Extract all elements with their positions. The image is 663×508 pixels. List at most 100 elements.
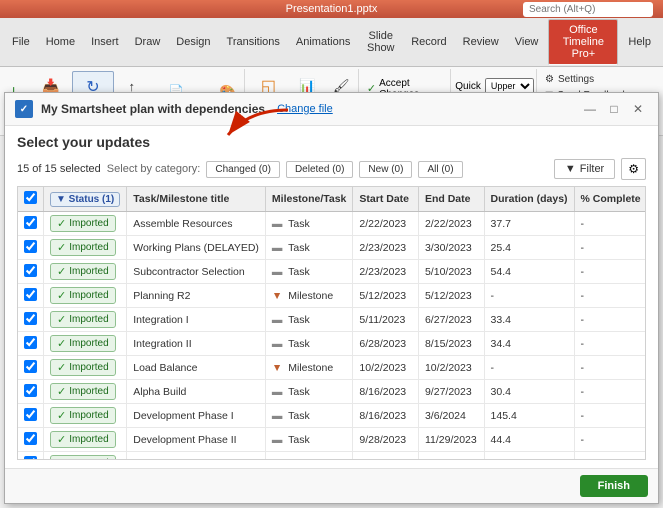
select-all-checkbox[interactable] <box>24 191 37 204</box>
tab-help[interactable]: Help <box>620 18 659 66</box>
status-check-icon: ✓ <box>57 337 66 350</box>
row-checkbox[interactable] <box>24 408 37 421</box>
row-duration: 54.4 <box>484 260 574 284</box>
tab-transitions[interactable]: Transitions <box>219 18 288 66</box>
row-type: ▬ Task <box>265 332 353 356</box>
new-filter-btn[interactable]: New (0) <box>359 161 412 178</box>
row-start: 6/28/2023 <box>353 332 419 356</box>
tab-review[interactable]: Review <box>455 18 507 66</box>
table-row: ✓ Imported Alpha Build ▬ Task 8/16/2023 … <box>18 380 646 404</box>
row-checkbox-cell[interactable] <box>18 308 44 332</box>
tab-view[interactable]: View <box>507 18 547 66</box>
row-checkbox-cell[interactable] <box>18 380 44 404</box>
row-title: Subcontractor Selection <box>127 260 266 284</box>
row-start: 2/22/2023 <box>353 212 419 236</box>
type-label: Milestone <box>288 290 333 302</box>
tab-slideshow[interactable]: Slide Show <box>358 18 403 66</box>
type-label: Task <box>288 314 310 326</box>
type-icon: ▬ <box>272 338 283 350</box>
row-checkbox[interactable] <box>24 264 37 277</box>
close-button[interactable]: ✕ <box>628 99 648 119</box>
row-checkbox-cell[interactable] <box>18 332 44 356</box>
row-status: ✓ Imported <box>44 212 127 236</box>
row-duration: - <box>484 284 574 308</box>
col-status[interactable]: ▼ Status (1) <box>44 187 127 212</box>
row-end: 9/27/2023 <box>418 380 484 404</box>
row-start: 8/16/2023 <box>353 404 419 428</box>
row-checkbox-cell[interactable] <box>18 212 44 236</box>
minimize-button[interactable]: — <box>580 99 600 119</box>
row-checkbox-cell[interactable] <box>18 284 44 308</box>
search-input[interactable] <box>523 2 653 17</box>
type-label: Task <box>288 242 310 254</box>
row-checkbox-cell[interactable] <box>18 260 44 284</box>
status-check-icon: ✓ <box>57 313 66 326</box>
row-checkbox[interactable] <box>24 216 37 229</box>
tab-home[interactable]: Home <box>38 18 83 66</box>
tab-draw[interactable]: Draw <box>127 18 169 66</box>
row-type: ▬ Task <box>265 260 353 284</box>
row-checkbox[interactable] <box>24 312 37 325</box>
row-type: ▼ Milestone <box>265 356 353 380</box>
deleted-filter-btn[interactable]: Deleted (0) <box>286 161 353 178</box>
row-end: 10/2/2023 <box>418 356 484 380</box>
row-checkbox-cell[interactable] <box>18 356 44 380</box>
status-filter[interactable]: ▼ Status (1) <box>50 192 120 207</box>
col-duration: Duration (days) <box>484 187 574 212</box>
type-icon: ▼ <box>272 458 282 461</box>
row-checkbox[interactable] <box>24 432 37 445</box>
row-type: ▼ Milestone <box>265 452 353 461</box>
type-icon: ▼ <box>272 362 282 374</box>
status-check-icon: ✓ <box>57 265 66 278</box>
row-checkbox[interactable] <box>24 336 37 349</box>
row-start: 10/2/2023 <box>353 356 419 380</box>
dialog-title: My Smartsheet plan with dependencies <box>41 102 265 116</box>
tab-animations[interactable]: Animations <box>288 18 358 66</box>
row-checkbox-cell[interactable] <box>18 404 44 428</box>
tab-insert[interactable]: Insert <box>83 18 127 66</box>
col-title: Task/Milestone title <box>127 187 266 212</box>
row-checkbox[interactable] <box>24 360 37 373</box>
settings-item[interactable]: ⚙ Settings <box>545 73 653 86</box>
status-check-icon: ✓ <box>57 433 66 446</box>
row-checkbox[interactable] <box>24 456 37 461</box>
type-icon: ▼ <box>272 290 282 302</box>
type-label: Milestone <box>288 362 333 374</box>
finish-button[interactable]: Finish <box>580 475 648 497</box>
col-complete: % Complete <box>574 187 646 212</box>
row-checkbox-cell[interactable] <box>18 452 44 461</box>
tab-design[interactable]: Design <box>168 18 218 66</box>
change-file-link[interactable]: Change file <box>277 103 333 115</box>
status-badge: ✓ Imported <box>50 383 116 400</box>
tab-office-timeline[interactable]: Office Timeline Pro+ <box>548 19 618 65</box>
filter-button[interactable]: ▼ Filter <box>554 159 615 179</box>
changed-filter-btn[interactable]: Changed (0) <box>206 161 280 178</box>
row-end: 11/29/2023 <box>418 428 484 452</box>
row-status: ✓ Imported <box>44 260 127 284</box>
row-complete: - <box>574 308 646 332</box>
row-checkbox[interactable] <box>24 288 37 301</box>
tab-file[interactable]: File <box>4 18 38 66</box>
row-status: ✓ Imported <box>44 404 127 428</box>
row-start: 2/23/2023 <box>353 260 419 284</box>
row-checkbox-cell[interactable] <box>18 236 44 260</box>
data-table-container[interactable]: ▼ Status (1) Task/Milestone title Milest… <box>17 186 646 460</box>
type-label: Task <box>288 386 310 398</box>
table-settings-button[interactable]: ⚙ <box>621 158 646 180</box>
row-duration: 145.4 <box>484 404 574 428</box>
row-complete: - <box>574 236 646 260</box>
tab-record[interactable]: Record <box>403 18 454 66</box>
status-check-icon: ✓ <box>57 361 66 374</box>
title-bar: Presentation1.pptx <box>0 0 663 18</box>
row-type: ▬ Task <box>265 236 353 260</box>
row-checkbox-cell[interactable] <box>18 428 44 452</box>
row-duration: - <box>484 356 574 380</box>
col-type: Milestone/Task <box>265 187 353 212</box>
status-badge: ✓ Imported <box>50 335 116 352</box>
row-end: 8/15/2023 <box>418 332 484 356</box>
row-end: 5/10/2023 <box>418 260 484 284</box>
all-filter-btn[interactable]: All (0) <box>418 161 462 178</box>
maximize-button[interactable]: □ <box>604 99 624 119</box>
row-checkbox[interactable] <box>24 240 37 253</box>
row-checkbox[interactable] <box>24 384 37 397</box>
